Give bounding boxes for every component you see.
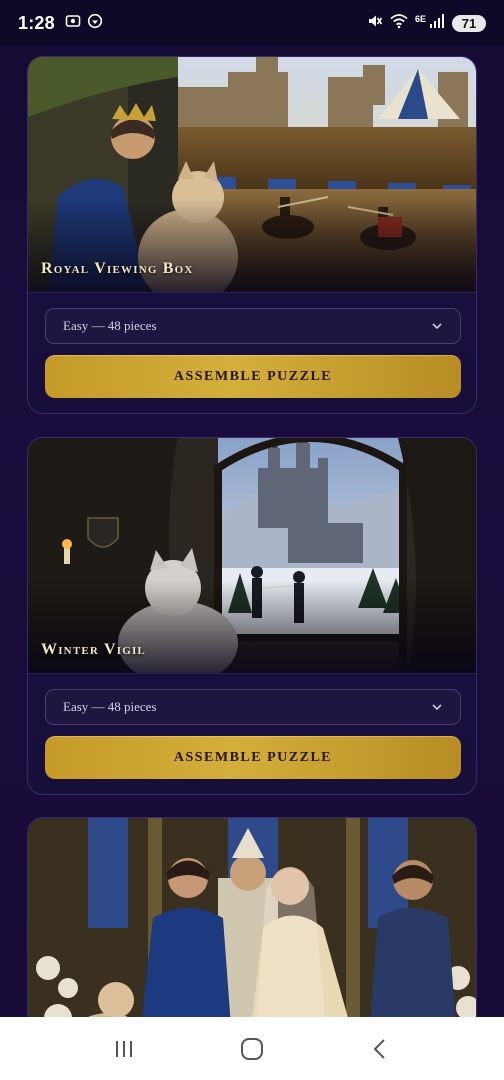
recent-apps-icon[interactable]	[104, 1029, 144, 1069]
difficulty-value: Easy — 48 pieces	[63, 318, 157, 333]
network-type: 6E	[414, 14, 426, 24]
battery-indicator: 71	[452, 14, 486, 32]
puzzle-image-royal-viewing-box[interactable]: Royal Viewing Box	[28, 57, 476, 293]
assemble-puzzle-button[interactable]: Assemble Puzzle	[45, 355, 461, 398]
chevron-down-icon	[432, 704, 442, 711]
status-right: 6E 71	[367, 13, 486, 34]
puzzle-title: Royal Viewing Box	[41, 260, 194, 277]
status-left-icons	[65, 13, 103, 34]
status-time: 1:28	[18, 12, 55, 33]
screenshot-icon	[65, 13, 81, 34]
mute-icon	[367, 13, 383, 34]
puzzle-card: Winter Vigil Easy — 48 pieces Assemble P…	[27, 437, 477, 795]
assemble-puzzle-button[interactable]: Assemble Puzzle	[45, 736, 461, 779]
system-nav-bar	[0, 1017, 504, 1080]
puzzle-image-winter-vigil[interactable]: Winter Vigil	[28, 438, 476, 674]
difficulty-select[interactable]: Easy — 48 pieces	[45, 308, 461, 344]
puzzle-title: Winter Vigil	[41, 641, 146, 658]
back-icon[interactable]	[360, 1029, 400, 1069]
chevron-down-icon	[432, 323, 442, 330]
signal-icon	[429, 13, 445, 33]
vpn-shield-icon	[87, 13, 103, 34]
difficulty-select[interactable]: Easy — 48 pieces	[45, 689, 461, 725]
screen: 1:28 6E 71 Royal Viewing Box Easy — 48 p…	[0, 0, 504, 1080]
wifi-icon	[390, 13, 408, 34]
status-bar: 1:28 6E 71	[0, 0, 504, 46]
puzzle-card: Royal Viewing Box Easy — 48 pieces Assem…	[27, 56, 477, 414]
home-icon[interactable]	[232, 1029, 272, 1069]
difficulty-value: Easy — 48 pieces	[63, 699, 157, 714]
